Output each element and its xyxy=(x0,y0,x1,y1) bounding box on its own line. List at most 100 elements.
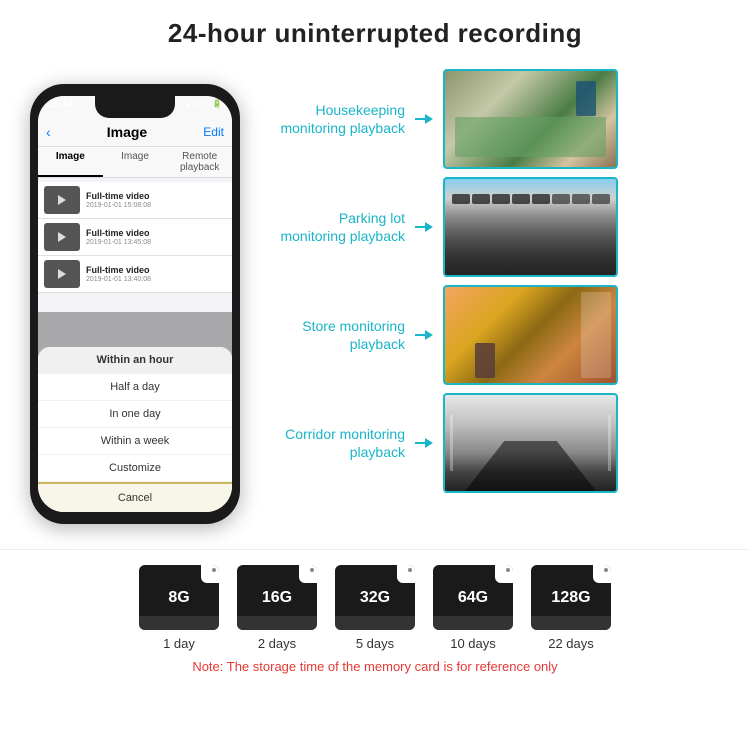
page-title: 24-hour uninterrupted recording xyxy=(0,18,750,49)
monitoring-text-1: Housekeepingmonitoring playback xyxy=(260,101,405,137)
phone-screen: ‹ Image Edit Image Image Remote playback xyxy=(38,96,232,512)
tab-image[interactable]: Image xyxy=(38,147,103,177)
sd-card-label-128g: 128G xyxy=(551,589,590,607)
monitoring-text-4: Corridor monitoringplayback xyxy=(260,425,405,461)
sd-card-label-32g: 32G xyxy=(360,589,390,607)
sd-card-label-8g: 8G xyxy=(168,589,189,607)
line-h-3 xyxy=(415,334,425,336)
video-thumb-2 xyxy=(44,223,80,251)
dropdown-overlay: Within an hour Half a day In one day Wit… xyxy=(38,312,232,512)
line-h-2 xyxy=(415,226,425,228)
play-icon-1 xyxy=(58,195,66,205)
sd-card-item-16g: 16G 2 days xyxy=(237,565,317,651)
sd-days-16g: 2 days xyxy=(258,636,296,651)
monitoring-image-3 xyxy=(443,285,618,385)
sd-card-8g: 8G xyxy=(139,565,219,630)
video-info-1: Full-time video 2019-01-01 15:08:08 xyxy=(86,191,226,209)
sd-dot-128g xyxy=(604,568,608,572)
sd-card-64g: 64G xyxy=(433,565,513,630)
sd-card-item-64g: 64G 10 days xyxy=(433,565,513,651)
monitoring-item-2: Parking lotmonitoring playback xyxy=(260,177,730,277)
phone-notch xyxy=(95,96,175,118)
sd-card-32g: 32G xyxy=(335,565,415,630)
bottom-section: 8G 1 day 16G 2 days 32G 5 days 64G 10 da… xyxy=(0,549,750,684)
monitoring-text-2: Parking lotmonitoring playback xyxy=(260,209,405,245)
monitoring-item-4: Corridor monitoringplayback xyxy=(260,393,730,493)
sd-card-item-8g: 8G 1 day xyxy=(139,565,219,651)
monitoring-label-2: Parking lotmonitoring playback xyxy=(260,209,405,245)
monitoring-text-3: Store monitoringplayback xyxy=(260,317,405,353)
screen-tabs: Image Image Remote playback xyxy=(38,147,232,178)
line-h-1 xyxy=(415,118,425,120)
sd-dot-8g xyxy=(212,568,216,572)
video-item-3[interactable]: Full-time video 2019-01-01 13:40:08 xyxy=(38,256,232,293)
monitoring-image-4 xyxy=(443,393,618,493)
dropdown-item-5[interactable]: Customize xyxy=(38,455,232,482)
sd-dot-64g xyxy=(506,568,510,572)
arrow-icon-2 xyxy=(425,222,433,232)
dropdown-cancel[interactable]: Cancel xyxy=(38,482,232,512)
storage-note: Note: The storage time of the memory car… xyxy=(20,659,730,674)
dropdown-item-4[interactable]: Within a week xyxy=(38,428,232,455)
dropdown-item-1[interactable]: Within an hour xyxy=(38,347,232,374)
monitoring-label-3: Store monitoringplayback xyxy=(260,317,405,353)
screen-title: Image xyxy=(107,124,147,140)
video-item-1[interactable]: Full-time video 2019-01-01 15:08:08 xyxy=(38,182,232,219)
sd-card-16g: 16G xyxy=(237,565,317,630)
dropdown-menu: Within an hour Half a day In one day Wit… xyxy=(38,347,232,512)
sd-cards-row: 8G 1 day 16G 2 days 32G 5 days 64G 10 da… xyxy=(20,565,730,651)
arrow-icon-1 xyxy=(425,114,433,124)
video-name-2: Full-time video xyxy=(86,228,226,238)
arrow-icon-3 xyxy=(425,330,433,340)
monitoring-image-2 xyxy=(443,177,618,277)
dropdown-item-3[interactable]: In one day xyxy=(38,401,232,428)
video-thumb-3 xyxy=(44,260,80,288)
back-button[interactable]: ‹ xyxy=(46,124,51,140)
sd-card-label-64g: 64G xyxy=(458,589,488,607)
edit-button[interactable]: Edit xyxy=(203,125,224,139)
phone-mockup: 11:44 ▲WiFi🔋 ‹ Image Edit Image Image Re… xyxy=(30,84,240,524)
monitoring-section: Housekeepingmonitoring playback Parking … xyxy=(260,59,730,549)
tab-image2[interactable]: Image xyxy=(103,147,168,177)
sd-card-item-128g: 128G 22 days xyxy=(531,565,611,651)
connector-1 xyxy=(415,114,433,124)
main-content: 11:44 ▲WiFi🔋 ‹ Image Edit Image Image Re… xyxy=(0,59,750,549)
sd-days-8g: 1 day xyxy=(163,636,195,651)
phone-status-icons: ▲WiFi🔋 xyxy=(184,99,222,108)
video-item-2[interactable]: Full-time video 2019-01-01 13:45:08 xyxy=(38,219,232,256)
line-h-4 xyxy=(415,442,425,444)
sd-card-128g: 128G xyxy=(531,565,611,630)
sd-dot-32g xyxy=(408,568,412,572)
video-date-3: 2019-01-01 13:40:08 xyxy=(86,276,226,283)
monitoring-label-4: Corridor monitoringplayback xyxy=(260,425,405,461)
sd-card-label-16g: 16G xyxy=(262,589,292,607)
video-thumb-1 xyxy=(44,186,80,214)
monitoring-image-1 xyxy=(443,69,618,169)
sd-days-128g: 22 days xyxy=(548,636,594,651)
video-info-3: Full-time video 2019-01-01 13:40:08 xyxy=(86,265,226,283)
connector-4 xyxy=(415,438,433,448)
sd-dot-16g xyxy=(310,568,314,572)
video-name-3: Full-time video xyxy=(86,265,226,275)
connector-2 xyxy=(415,222,433,232)
monitoring-item-3: Store monitoringplayback xyxy=(260,285,730,385)
video-name-1: Full-time video xyxy=(86,191,226,201)
sd-days-32g: 5 days xyxy=(356,636,394,651)
sd-days-64g: 10 days xyxy=(450,636,496,651)
page-header: 24-hour uninterrupted recording xyxy=(0,0,750,59)
arrow-icon-4 xyxy=(425,438,433,448)
tab-remote[interactable]: Remote playback xyxy=(167,147,232,177)
sd-card-item-32g: 32G 5 days xyxy=(335,565,415,651)
phone-time: 11:44 xyxy=(48,99,73,110)
video-date-2: 2019-01-01 13:45:08 xyxy=(86,239,226,246)
monitoring-label-1: Housekeepingmonitoring playback xyxy=(260,101,405,137)
video-date-1: 2019-01-01 15:08:08 xyxy=(86,202,226,209)
monitoring-item-1: Housekeepingmonitoring playback xyxy=(260,69,730,169)
video-list: Full-time video 2019-01-01 15:08:08 Full… xyxy=(38,178,232,297)
connector-3 xyxy=(415,330,433,340)
phone-container: 11:44 ▲WiFi🔋 ‹ Image Edit Image Image Re… xyxy=(20,59,250,549)
video-info-2: Full-time video 2019-01-01 13:45:08 xyxy=(86,228,226,246)
play-icon-2 xyxy=(58,232,66,242)
play-icon-3 xyxy=(58,269,66,279)
dropdown-item-2[interactable]: Half a day xyxy=(38,374,232,401)
